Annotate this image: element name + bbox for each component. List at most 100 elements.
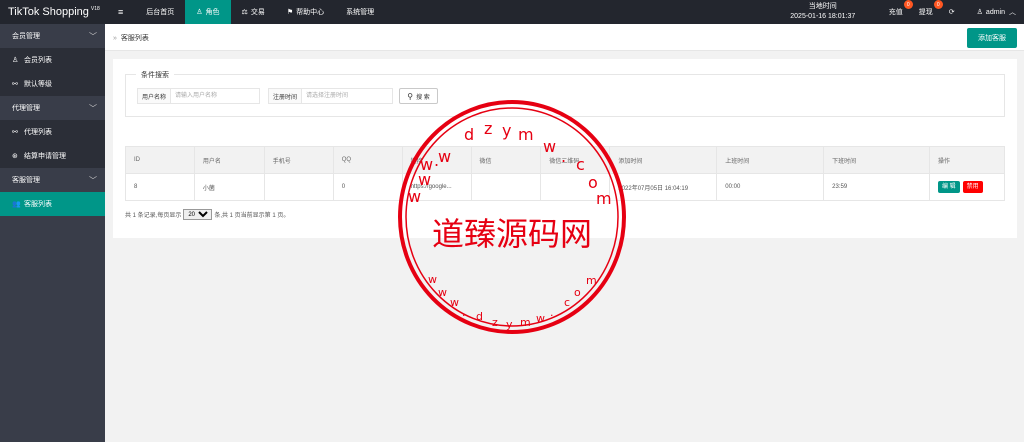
cell-wechat bbox=[470, 173, 542, 201]
search-form: 用户名称 注册时间 ⚲搜 索 bbox=[137, 88, 439, 104]
pager-prefix: 共 1 条记录,每页显示 bbox=[125, 213, 182, 219]
nav-system[interactable]: 系统管理 bbox=[335, 0, 385, 24]
sidebar-group-service[interactable]: 客服管理 ﹀ bbox=[0, 168, 105, 192]
regtime-label: 注册时间 bbox=[268, 88, 302, 104]
brand-version: V18 bbox=[90, 6, 100, 12]
top-nav: ≡ 后台首页 ♙ 角色 ⚖ 交易 ⚑ 帮助中心 系统管理 bbox=[106, 0, 385, 24]
chevron-down-icon: ﹀ bbox=[89, 31, 97, 41]
link-icon: ⚯ bbox=[12, 129, 18, 136]
disable-button[interactable]: 禁用 bbox=[962, 181, 983, 193]
main-content: » 客服列表 添加客服 条件搜索 用户名称 注册时间 ⚲搜 索 ID 用户名 bbox=[105, 24, 1024, 442]
sidebar-item-default-level[interactable]: ⚯ 默认等级 bbox=[0, 72, 105, 96]
page-size-select[interactable]: 20 bbox=[183, 209, 213, 220]
users-icon: 👥 bbox=[12, 201, 21, 208]
search-icon: ⚲ bbox=[407, 91, 414, 101]
refresh-icon: ⟳ bbox=[948, 9, 955, 16]
user-icon: ♙ bbox=[196, 9, 203, 16]
menu-toggle-button[interactable]: ≡ bbox=[106, 0, 135, 24]
pager-suffix: 条,共 1 页当前显示第 1 页。 bbox=[214, 213, 290, 219]
nav-help-label: 帮助中心 bbox=[296, 9, 325, 16]
clock-value: 2025-01-16 18:01:37 bbox=[790, 13, 856, 20]
chevron-down-icon: ﹀ bbox=[89, 103, 97, 113]
chevron-down-icon: ﹀ bbox=[89, 175, 97, 185]
table-header-row: ID 用户名 手机号 QQ 链接 微信 微信二维码 添加时间 上班时间 下班时间… bbox=[125, 146, 1006, 174]
nav-home[interactable]: 后台首页 bbox=[135, 0, 185, 24]
sidebar-group-agents[interactable]: 代理管理 ﹀ bbox=[0, 96, 105, 120]
recharge-button[interactable]: 充值 0 bbox=[881, 0, 913, 24]
cell-end-time: 23:59 bbox=[823, 173, 930, 201]
table-row: 8 小菌 0 https://google... 2022年07月05日 16:… bbox=[125, 173, 1006, 201]
sidebar-group-label: 代理管理 bbox=[12, 105, 40, 112]
nav-role[interactable]: ♙ 角色 bbox=[185, 0, 231, 24]
header-right: 当地时间 2025-01-16 18:01:37 充值 0 提现 0 ⟳ ♙ a… bbox=[773, 0, 1024, 24]
content-panel: 条件搜索 用户名称 注册时间 ⚲搜 索 ID 用户名 手机号 QQ 链接 bbox=[113, 59, 1017, 238]
sidebar: 会员管理 ﹀ ♙ 会员列表 ⚯ 默认等级 代理管理 ﹀ ⚯ 代理列表 ⊛ 结算申请管理 客服… bbox=[0, 24, 105, 442]
add-service-button[interactable]: 添加客服 bbox=[967, 28, 1017, 48]
scale-icon: ⚖ bbox=[241, 9, 248, 16]
breadcrumb-separator: » bbox=[113, 35, 117, 42]
sidebar-item-label: 结算申请管理 bbox=[24, 153, 66, 160]
username-input[interactable] bbox=[170, 88, 261, 104]
cell-wechat-qr bbox=[540, 173, 611, 201]
nav-trade-label: 交易 bbox=[250, 9, 265, 16]
nav-role-label: 角色 bbox=[205, 9, 220, 16]
flag-icon: ⚑ bbox=[286, 9, 294, 16]
search-legend: 条件搜索 bbox=[136, 70, 174, 80]
column-header: 添加时间 bbox=[609, 146, 718, 174]
breadcrumb-bar: » 客服列表 添加客服 bbox=[105, 24, 1024, 51]
nav-trade[interactable]: ⚖ 交易 bbox=[231, 0, 276, 24]
app-brand: TikTok Shopping V18 bbox=[0, 0, 105, 24]
sidebar-item-label: 客服列表 bbox=[24, 201, 52, 208]
column-header: 微信二维码 bbox=[540, 146, 611, 174]
cell-added-time: 2022年07月05日 16:04:19 bbox=[609, 173, 718, 201]
user-menu[interactable]: ♙ admin ︿ bbox=[963, 0, 1024, 24]
recharge-label: 充值 bbox=[888, 9, 903, 16]
sidebar-item-label: 会员列表 bbox=[24, 57, 52, 64]
pagination: 共 1 条记录,每页显示 20 条,共 1 页当前显示第 1 页。 bbox=[125, 209, 289, 220]
column-header: ID bbox=[125, 146, 195, 174]
search-button-label: 搜 索 bbox=[416, 94, 430, 101]
user-icon: ♙ bbox=[12, 57, 19, 64]
cell-start-time: 00:00 bbox=[716, 173, 825, 201]
username-label: 用户名称 bbox=[137, 88, 171, 104]
cell-id: 8 bbox=[125, 173, 195, 201]
sidebar-group-members[interactable]: 会员管理 ﹀ bbox=[0, 24, 105, 48]
edit-button[interactable]: 编 辑 bbox=[937, 181, 960, 193]
chevron-up-icon: ︿ bbox=[1009, 9, 1016, 16]
breadcrumb-current: 客服列表 bbox=[120, 35, 149, 42]
column-header: 用户名 bbox=[193, 146, 265, 174]
clock-label: 当地时间 bbox=[808, 3, 837, 10]
search-fieldset: 条件搜索 用户名称 注册时间 ⚲搜 索 bbox=[125, 70, 1005, 117]
column-header: 操作 bbox=[928, 146, 1006, 174]
nav-help[interactable]: ⚑ 帮助中心 bbox=[276, 0, 335, 24]
cell-actions: 编 辑禁用 bbox=[928, 173, 1006, 201]
settle-icon: ⊛ bbox=[12, 153, 18, 160]
cell-qq: 0 bbox=[332, 173, 403, 201]
refresh-button[interactable]: ⟳ bbox=[941, 0, 963, 24]
local-clock: 当地时间 2025-01-16 18:01:37 bbox=[773, 2, 873, 22]
withdraw-label: 提现 bbox=[918, 9, 933, 16]
user-name: admin bbox=[985, 8, 1005, 16]
sidebar-item-member-list[interactable]: ♙ 会员列表 bbox=[0, 48, 105, 72]
cell-phone bbox=[263, 173, 334, 201]
search-button[interactable]: ⚲ 搜 索 bbox=[399, 88, 439, 104]
column-header: QQ bbox=[332, 146, 403, 174]
column-header: 链接 bbox=[401, 146, 472, 174]
sidebar-group-label: 客服管理 bbox=[12, 177, 40, 184]
withdraw-button[interactable]: 提现 0 bbox=[911, 0, 943, 24]
column-header: 微信 bbox=[470, 146, 542, 174]
sidebar-item-agent-list[interactable]: ⚯ 代理列表 bbox=[0, 120, 105, 144]
breadcrumb: » 客服列表 bbox=[113, 33, 149, 43]
sidebar-item-settlement[interactable]: ⊛ 结算申请管理 bbox=[0, 144, 105, 168]
hamburger-icon: ≡ bbox=[118, 7, 124, 17]
regtime-input[interactable] bbox=[301, 88, 394, 104]
sidebar-item-service-list[interactable]: 👥 客服列表 bbox=[0, 192, 105, 216]
sidebar-group-label: 会员管理 bbox=[12, 33, 40, 40]
nav-system-label: 系统管理 bbox=[346, 9, 375, 16]
sidebar-item-label: 默认等级 bbox=[24, 81, 52, 88]
sidebar-item-label: 代理列表 bbox=[24, 129, 52, 136]
top-bar: TikTok Shopping V18 ≡ 后台首页 ♙ 角色 ⚖ 交易 ⚑ 帮助中心 … bbox=[0, 0, 1024, 24]
nav-home-label: 后台首页 bbox=[146, 9, 175, 16]
service-table: ID 用户名 手机号 QQ 链接 微信 微信二维码 添加时间 上班时间 下班时间… bbox=[125, 146, 1006, 201]
brand-name: TikTok Shopping bbox=[8, 6, 89, 18]
